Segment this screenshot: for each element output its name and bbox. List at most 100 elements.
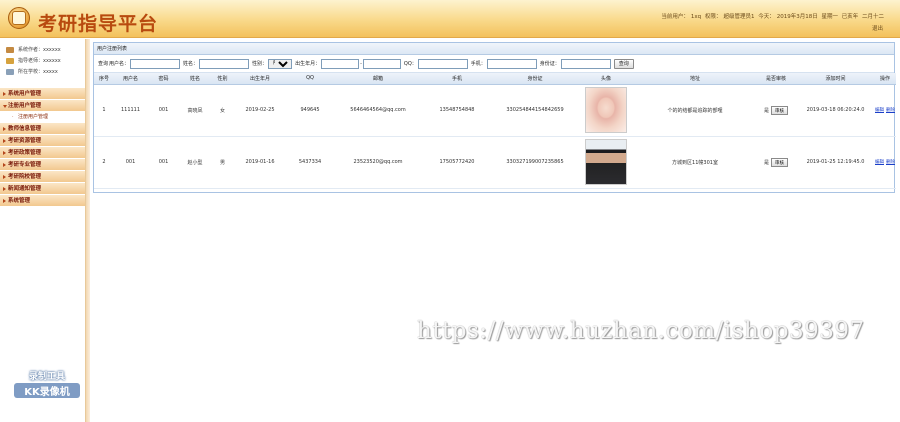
- col-header: 邮箱: [335, 73, 421, 85]
- edit-link[interactable]: 编辑: [875, 160, 884, 165]
- name-label: 姓名：: [183, 61, 199, 67]
- current-user-value: 1xq: [690, 14, 702, 20]
- logout-link[interactable]: 退出: [872, 24, 883, 32]
- audit-button[interactable]: 审核: [771, 157, 788, 167]
- cell-password: 001: [147, 136, 180, 189]
- lunar-date: 二月十二: [861, 14, 884, 20]
- cell-added: 2019-03-18 06:20:24.0: [797, 84, 874, 137]
- mail-icon: [6, 57, 14, 64]
- user-line-text: 系统作者：xxxxxx: [18, 47, 61, 53]
- col-header: 是否审核: [755, 73, 797, 85]
- col-header: 密码: [147, 73, 180, 85]
- menu-news[interactable]: 新闻通知管理: [0, 183, 85, 195]
- sidebar-splitter[interactable]: [86, 39, 90, 422]
- user-line-text: 指导老师：xxxxxx: [18, 58, 61, 64]
- cell-username: 111111: [114, 84, 147, 137]
- qq-label: QQ：: [403, 61, 417, 67]
- col-header: QQ: [285, 73, 335, 85]
- cell-phone: 17505772420: [421, 136, 493, 189]
- username-input[interactable]: [130, 58, 181, 69]
- birth-end-input[interactable]: [362, 58, 401, 69]
- col-header: 操作: [874, 73, 896, 85]
- page: 考研指导平台 当前用户： 1xq 权限： 超级管理员1 今天： 2019年3月18日 …: [0, 0, 900, 422]
- audit-button[interactable]: 审核: [771, 105, 788, 115]
- col-header: 序号: [94, 73, 114, 85]
- cell-audit: 是审核: [755, 84, 797, 137]
- name-input[interactable]: [199, 58, 250, 69]
- qq-input[interactable]: [417, 58, 468, 69]
- submenu-registered-users[interactable]: 注册用户管理: [0, 112, 85, 123]
- cell-birth: 2019-01-16: [235, 136, 285, 189]
- sidebar: 系统作者：xxxxxx 指导老师：xxxxxx 所在学校：xxxxx 系统用户管…: [0, 39, 86, 422]
- table-header-row: 序号 用户名 密码 姓名 性别 出生年月 QQ 邮箱 手机 身份证 头像 地址 …: [94, 73, 896, 85]
- avatar-image: [585, 139, 627, 185]
- menu-policies[interactable]: 考研政策管理: [0, 147, 85, 159]
- recorder-watermark: 录制工具 KK录像机: [14, 369, 80, 398]
- cell-idcard: 330327199007235865: [493, 136, 577, 189]
- cell-no: 2: [94, 136, 114, 189]
- query-label: 查询: [98, 61, 109, 67]
- menu-resources[interactable]: 考研资源管理: [0, 135, 85, 147]
- cell-username: 001: [114, 136, 147, 189]
- user-line-text: 所在学校：xxxxx: [18, 69, 58, 75]
- site-watermark: https://www.huzhan.com/ishop39397: [417, 318, 865, 344]
- delete-link[interactable]: 删除: [886, 160, 895, 165]
- phone-label: 手机：: [470, 61, 486, 67]
- current-user-label: 当前用户：: [661, 14, 689, 20]
- edit-link[interactable]: 编辑: [875, 108, 884, 113]
- cell-email: 5646464564@qq.com: [335, 84, 421, 137]
- cell-gender: 男: [210, 136, 235, 189]
- app-title: 考研指导平台: [38, 13, 159, 35]
- cell-added: 2019-01-25 12:19:45.0: [797, 136, 874, 189]
- cell-phone: 13548754848: [421, 84, 493, 137]
- search-bar: 查询 用户名： 姓名： 性别： 所有 出生年月： - QQ： 手机： 身份证： …: [94, 55, 894, 73]
- search-button[interactable]: 查询: [613, 58, 634, 69]
- today-label: 今天：: [758, 14, 775, 20]
- gender-label: 性别：: [252, 61, 268, 67]
- col-header: 手机: [421, 73, 493, 85]
- col-header: 地址: [635, 73, 755, 85]
- user-info-box: 系统作者：xxxxxx 指导老师：xxxxxx 所在学校：xxxxx: [0, 39, 85, 78]
- user-line-author: 系统作者：xxxxxx: [6, 45, 85, 56]
- table-row: 2 001 001 赵小型 男 2019-01-16 5437334 23523…: [94, 136, 896, 189]
- menu-schools[interactable]: 考研院校管理: [0, 171, 85, 183]
- cell-gender: 女: [210, 84, 235, 137]
- menu-system-users[interactable]: 系统用户管理: [0, 88, 85, 100]
- birth-range-dash: -: [360, 60, 362, 67]
- gender-select[interactable]: 所有: [268, 58, 293, 69]
- idcard-label: 身份证：: [539, 61, 560, 67]
- col-header: 头像: [577, 73, 635, 85]
- recorder-watermark-line1: 录制工具: [28, 372, 65, 382]
- col-header: 出生年月: [235, 73, 285, 85]
- menu-teachers[interactable]: 教师信息管理: [0, 123, 85, 135]
- menu-system[interactable]: 系统管理: [0, 195, 85, 207]
- birth-start-input[interactable]: [321, 58, 360, 69]
- audit-status: 是: [763, 159, 769, 166]
- col-header: 用户名: [114, 73, 147, 85]
- delete-link[interactable]: 删除: [886, 108, 895, 113]
- menu-majors[interactable]: 考研专业管理: [0, 159, 85, 171]
- cell-no: 1: [94, 84, 114, 137]
- cell-birth: 2019-02-25: [235, 84, 285, 137]
- weekday: 星期一: [821, 14, 838, 20]
- user-icon: [6, 46, 14, 53]
- menu-registered-users[interactable]: 注册用户管理: [0, 100, 85, 112]
- birth-label: 出生年月：: [295, 61, 321, 67]
- panel-title: 用户注册列表: [94, 43, 894, 55]
- cell-address: 方城到区11幢301室: [635, 136, 755, 189]
- header-user-info: 当前用户： 1xq 权限： 超级管理员1 今天： 2019年3月18日 星期一 已亥年…: [659, 12, 884, 20]
- cell-name: 高晓凤: [180, 84, 210, 137]
- home-icon: [6, 68, 14, 75]
- phone-input[interactable]: [486, 58, 537, 69]
- cell-avatar: [577, 136, 635, 189]
- user-table: 序号 用户名 密码 姓名 性别 出生年月 QQ 邮箱 手机 身份证 头像 地址 …: [94, 73, 896, 189]
- col-header: 姓名: [180, 73, 210, 85]
- role-value: 超级管理员1: [723, 14, 755, 20]
- today-date: 2019年3月18日: [776, 14, 818, 20]
- cell-qq: 949645: [285, 84, 335, 137]
- cell-audit: 是审核: [755, 136, 797, 189]
- col-header: 性别: [210, 73, 235, 85]
- avatar-image: [585, 87, 627, 133]
- idcard-input[interactable]: [560, 58, 611, 69]
- cell-ops: 编辑删除详细: [874, 84, 896, 137]
